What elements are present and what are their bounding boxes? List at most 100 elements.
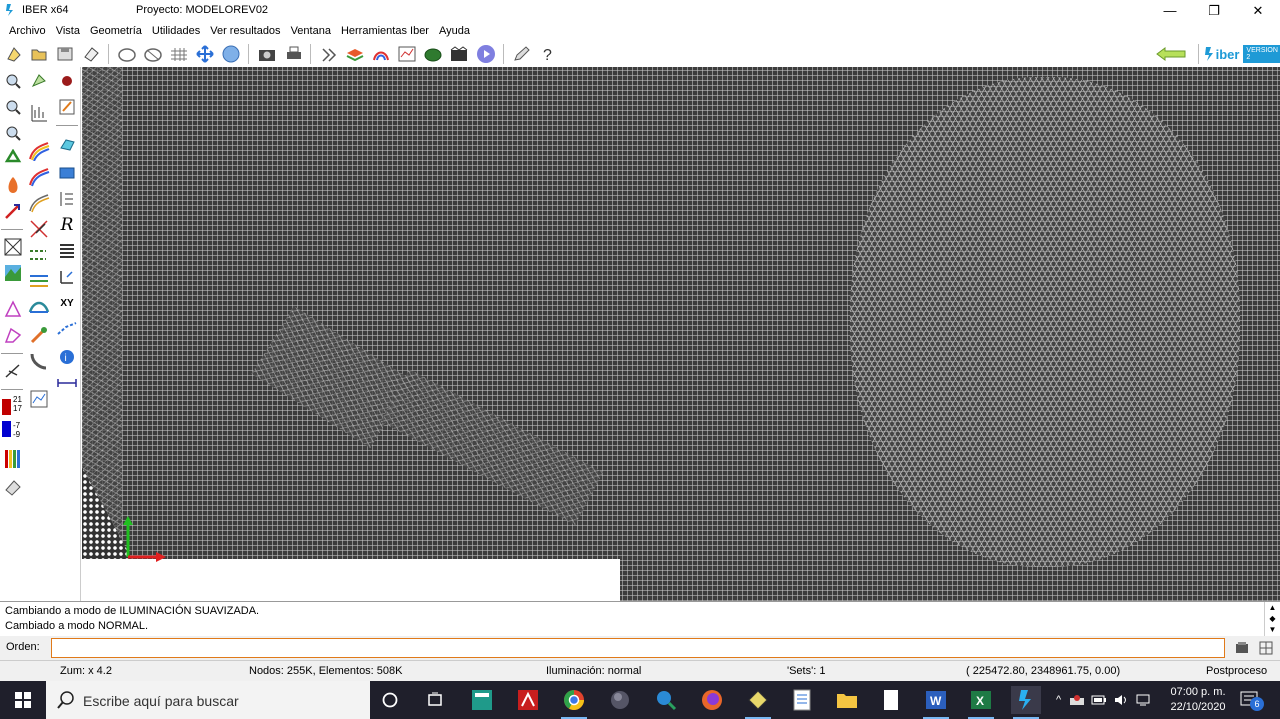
start-button[interactable] [0, 681, 46, 719]
rainbow-lines-icon[interactable] [27, 191, 51, 215]
polyline-icon[interactable] [1, 323, 25, 347]
print-icon[interactable] [283, 43, 305, 65]
network-icon[interactable] [1135, 693, 1151, 707]
labels-icon[interactable] [27, 217, 51, 241]
menu-vista[interactable]: Vista [51, 25, 85, 37]
menu-ayuda[interactable]: Ayuda [434, 25, 475, 37]
eraser-icon[interactable] [1, 475, 25, 499]
tray-app-icon[interactable] [1069, 693, 1085, 707]
acrobat-icon[interactable] [513, 686, 543, 714]
rotate-trackball-icon[interactable] [142, 43, 164, 65]
triangle-icon[interactable] [1, 297, 25, 321]
terrain-map-icon[interactable] [1, 261, 25, 285]
command-history-icon[interactable] [1234, 640, 1250, 656]
excel-icon[interactable]: X [966, 686, 996, 719]
r-tool-icon[interactable]: R [55, 213, 79, 237]
bathymetry-icon[interactable] [27, 101, 51, 125]
word-icon[interactable]: W [921, 686, 951, 719]
cortana-icon[interactable] [375, 686, 405, 714]
red-point-icon[interactable] [55, 69, 79, 93]
animation-icon[interactable] [448, 43, 470, 65]
scroll-up-icon[interactable]: ▲ [1269, 602, 1277, 613]
scroll-down-icon[interactable]: ▼ [1269, 624, 1277, 635]
mesh-view-icon[interactable] [168, 43, 190, 65]
menu-ver-resultados[interactable]: Ver resultados [205, 25, 285, 37]
iber-taskbar-icon[interactable] [1011, 686, 1041, 719]
menu-archivo[interactable]: Archivo [4, 25, 51, 37]
graph-window-icon[interactable] [27, 387, 51, 411]
dashed-arrows-icon[interactable] [27, 243, 51, 267]
graphics-canvas[interactable] [82, 67, 1280, 601]
chrome-icon[interactable] [559, 686, 589, 719]
geometry-tools-icon[interactable] [27, 69, 51, 93]
taskbar-search-box[interactable]: Escribe aquí para buscar [46, 681, 370, 719]
dashed-flow-icon[interactable] [55, 317, 79, 341]
new-file-icon[interactable] [3, 43, 25, 65]
gid-app-icon[interactable] [743, 686, 773, 719]
taskbar-clock[interactable]: 07:00 p. m. 22/10/2020 [1166, 685, 1230, 715]
scroll-mid-icon[interactable]: ◆ [1269, 613, 1275, 624]
sphere-render-icon[interactable] [220, 43, 242, 65]
contour-icon[interactable] [370, 43, 392, 65]
recycle-icon[interactable] [1, 147, 25, 171]
document-app-icon[interactable] [787, 686, 817, 714]
info-icon[interactable]: i [55, 345, 79, 369]
globe-app-icon[interactable] [605, 686, 635, 714]
legend-scale-icon[interactable]: 21 17 -7 -9 [0, 395, 26, 443]
command-input[interactable] [51, 638, 1225, 658]
minimize-button[interactable]: — [1148, 0, 1192, 21]
edit-icon[interactable] [55, 95, 79, 119]
menu-utilidades[interactable]: Utilidades [147, 25, 205, 37]
search-app-icon[interactable] [651, 686, 681, 714]
calculator-app-icon[interactable] [467, 686, 497, 714]
menu-herramientas-iber[interactable]: Herramientas Iber [336, 25, 434, 37]
list-lines-icon[interactable] [55, 239, 79, 263]
layers-toggle-icon[interactable] [318, 43, 340, 65]
color-bars-icon[interactable] [1, 447, 25, 471]
rainbow-fill-icon[interactable] [27, 165, 51, 189]
restore-button[interactable]: ❐ [1192, 0, 1236, 21]
cyan-shape-icon[interactable] [55, 133, 79, 157]
rotate-view-icon[interactable] [116, 43, 138, 65]
stream-lines-icon[interactable] [27, 269, 51, 293]
zoom-frame-icon[interactable] [1, 121, 25, 145]
tray-expand-icon[interactable]: ^ [1056, 694, 1061, 706]
menu-ventana[interactable]: Ventana [286, 25, 336, 37]
edit-pencil-icon[interactable] [511, 43, 533, 65]
vector-arrow-icon[interactable] [1, 199, 25, 223]
zoom-out-icon[interactable] [1, 95, 25, 119]
task-view-icon[interactable] [420, 686, 450, 714]
message-scrollbar[interactable]: ▲ ◆ ▼ [1264, 602, 1280, 637]
cut-icon[interactable] [1, 359, 25, 383]
xy-axes-icon[interactable]: XY [55, 291, 79, 315]
save-icon[interactable] [54, 43, 76, 65]
turtle-icon[interactable] [422, 43, 444, 65]
play-icon[interactable] [475, 43, 497, 65]
layers-icon[interactable] [344, 43, 366, 65]
menu-geometria[interactable]: Geometría [85, 25, 147, 37]
pipe-icon[interactable] [27, 349, 51, 373]
graph-icon[interactable] [396, 43, 418, 65]
back-arrow-icon[interactable] [1154, 43, 1188, 65]
notification-center-icon[interactable]: 6 [1240, 689, 1264, 711]
help-icon[interactable]: ? [536, 43, 558, 65]
close-button[interactable]: ✕ [1236, 0, 1280, 21]
blue-screen-icon[interactable] [55, 161, 79, 185]
text-level-icon[interactable] [55, 187, 79, 211]
volume-icon[interactable] [1113, 693, 1129, 707]
firefox-icon[interactable] [697, 686, 727, 714]
file-explorer-icon[interactable] [832, 686, 862, 714]
brush-icon[interactable] [27, 323, 51, 347]
rotate-axes-icon[interactable] [55, 265, 79, 289]
battery-icon[interactable] [1091, 694, 1107, 706]
measure-icon[interactable] [55, 371, 79, 395]
frame-box-icon[interactable] [1, 235, 25, 259]
zoom-in-icon[interactable] [1, 69, 25, 93]
save-as-icon[interactable] [80, 43, 102, 65]
camera-icon[interactable] [256, 43, 278, 65]
grid-toggle-icon[interactable] [1258, 640, 1274, 656]
pan-icon[interactable] [194, 43, 216, 65]
blank-file-icon[interactable] [876, 686, 906, 714]
rainbow-contour-icon[interactable] [27, 139, 51, 163]
open-folder-icon[interactable] [28, 43, 50, 65]
